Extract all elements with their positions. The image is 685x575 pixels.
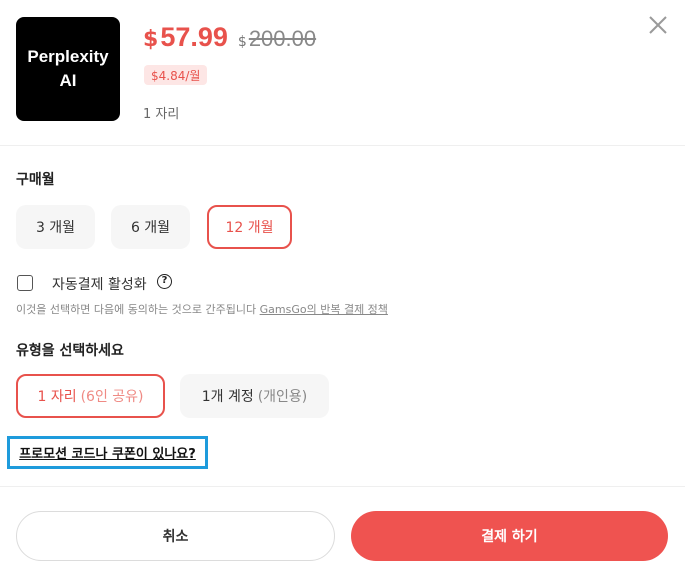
cancel-button[interactable]: 취소 (16, 511, 335, 561)
monthly-price-badge: $4.84/월 (144, 65, 208, 85)
policy-note-text: 이것을 선택하면 다음에 동의하는 것으로 간주됩니다 (16, 303, 260, 316)
close-icon[interactable] (645, 12, 671, 38)
pay-button[interactable]: 결제 하기 (351, 511, 668, 561)
type-option-shared-sub: (6인 공유) (80, 389, 144, 405)
type-label: 유형을 선택하세요 (16, 343, 124, 359)
original-price-currency: $ (237, 34, 247, 50)
header-divider (0, 145, 685, 146)
month-option-6[interactable]: 6 개월 (111, 205, 190, 249)
original-price: 200.00 (248, 26, 317, 51)
type-option-personal-account[interactable]: 1개 계정 (개인용) (180, 374, 329, 418)
seat-count: 1 자리 (143, 107, 180, 122)
type-option-personal-main: 1개 계정 (201, 389, 254, 405)
promo-code-link[interactable]: 프로모션 코드나 쿠폰이 있나요? (19, 443, 196, 462)
recurring-payment-policy-link[interactable]: GamsGo의 반복 결제 정책 (260, 303, 388, 316)
purchase-months-label: 구매월 (16, 172, 55, 188)
footer-divider (0, 486, 685, 487)
price-value: 57.99 (160, 22, 228, 52)
product-logo: Perplexity AI (16, 17, 120, 121)
type-option-shared-seat[interactable]: 1 자리 (6인 공유) (16, 374, 165, 418)
month-option-12[interactable]: 12 개월 (207, 205, 292, 249)
help-icon[interactable]: ? (157, 274, 172, 289)
price-row: $ 57.99 $ 200.00 (143, 22, 316, 53)
type-option-shared-main: 1 자리 (37, 389, 77, 405)
autopay-checkbox[interactable] (17, 275, 33, 291)
autopay-policy-note: 이것을 선택하면 다음에 동의하는 것으로 간주됩니다 GamsGo의 반복 결… (16, 301, 388, 317)
price-currency: $ (143, 27, 159, 52)
autopay-label: 자동결제 활성화 (52, 277, 147, 293)
month-option-3[interactable]: 3 개월 (16, 205, 95, 249)
type-option-personal-sub: (개인용) (257, 389, 308, 405)
promo-highlight-box: 프로모션 코드나 쿠폰이 있나요? (7, 436, 208, 469)
logo-line-2: AI (59, 71, 77, 90)
logo-line-1: Perplexity (27, 47, 109, 66)
